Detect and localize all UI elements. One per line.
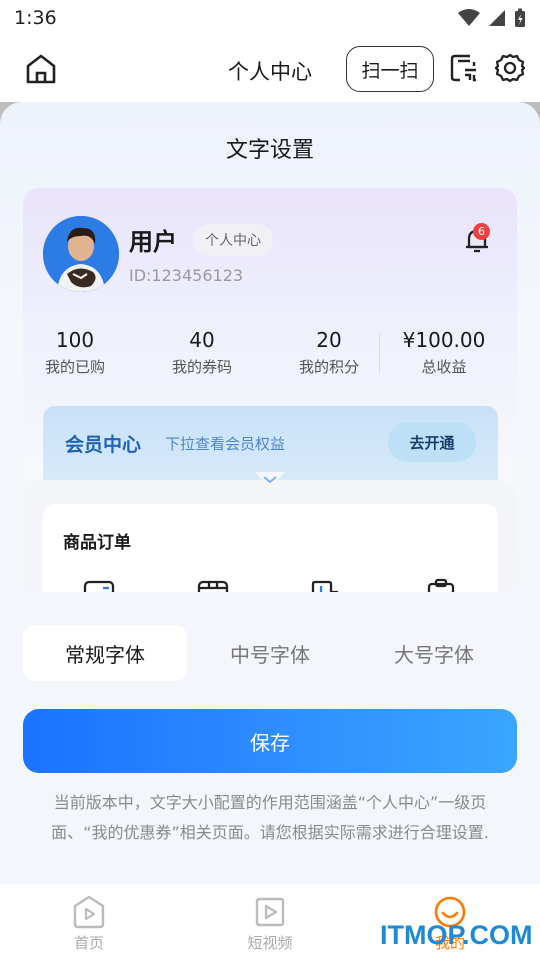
orders-card: 商品订单 [43, 504, 498, 592]
scan-code-icon[interactable] [448, 52, 480, 84]
order-pay-icon [83, 580, 115, 592]
stat-earnings: ¥100.00 总收益 [389, 328, 499, 377]
stat-value: 40 [189, 328, 215, 352]
stat-value: 100 [55, 328, 95, 352]
chevron-down-icon [255, 472, 285, 484]
nav-label: 短视频 [247, 934, 293, 952]
stat-purchased: 100 我的已购 [25, 328, 125, 377]
stat-value: 20 [316, 328, 342, 352]
font-option-regular[interactable]: 常规字体 [23, 625, 187, 681]
stat-points: 20 我的积分 [279, 328, 379, 377]
avatar [43, 216, 119, 292]
settings-gear-icon[interactable] [494, 52, 526, 84]
profile-badge: 个人中心 [193, 224, 273, 256]
status-icons [458, 8, 526, 28]
stat-label: 我的券码 [171, 358, 232, 376]
home-icon[interactable] [24, 52, 58, 86]
member-subtitle: 下拉查看会员权益 [165, 435, 286, 453]
font-preview-card: 用户 个人中心 ID:123456123 6 100 我的已购 40 我的券码 … [23, 188, 517, 592]
scan-button[interactable]: 扫一扫 [346, 46, 434, 92]
font-size-selector: 常规字体 中号字体 大号字体 [23, 625, 517, 681]
status-time: 1:36 [14, 7, 57, 29]
order-delivery-icon [311, 580, 339, 592]
status-bar: 1:36 [0, 0, 540, 36]
signal-icon [489, 10, 505, 26]
video-icon [255, 897, 285, 927]
stat-divider [379, 334, 380, 374]
home-play-icon [73, 895, 105, 929]
stat-value: ¥100.00 [402, 328, 486, 352]
battery-icon [515, 8, 525, 27]
wifi-icon [458, 9, 480, 26]
top-header: 个人中心 扫一扫 [0, 36, 540, 102]
user-id: ID:123456123 [129, 266, 244, 285]
nav-item-shortvideo[interactable]: 短视频 [225, 894, 315, 953]
notification-badge: 6 [473, 223, 490, 240]
stat-label: 我的已购 [44, 358, 105, 376]
text-settings-sheet: 文字设置 用户 个人中心 ID:123456123 6 100 我的已购 40 … [0, 102, 540, 884]
avatar-image [43, 216, 119, 292]
stat-label: 总收益 [421, 358, 467, 376]
stat-label: 我的积分 [298, 358, 359, 376]
watermark: ITMOP.COM [380, 920, 533, 950]
scope-note: 当前版本中，文字大小配置的作用范围涵盖“个人中心”一级页面、“我的优惠券”相关页… [51, 793, 489, 842]
font-option-medium[interactable]: 中号字体 [188, 625, 352, 681]
order-ship-icon [197, 580, 229, 592]
stat-coupons: 40 我的券码 [152, 328, 252, 377]
nav-label: 首页 [73, 934, 104, 952]
save-button[interactable]: 保存 [23, 709, 517, 773]
orders-title: 商品订单 [63, 533, 131, 553]
member-title: 会员中心 [65, 434, 142, 456]
member-activate-button: 去开通 [388, 422, 476, 462]
username: 用户 [129, 228, 177, 256]
sheet-title: 文字设置 [225, 138, 314, 163]
order-review-icon [427, 578, 455, 592]
nav-item-home[interactable]: 首页 [44, 894, 134, 953]
font-option-large[interactable]: 大号字体 [352, 625, 516, 681]
